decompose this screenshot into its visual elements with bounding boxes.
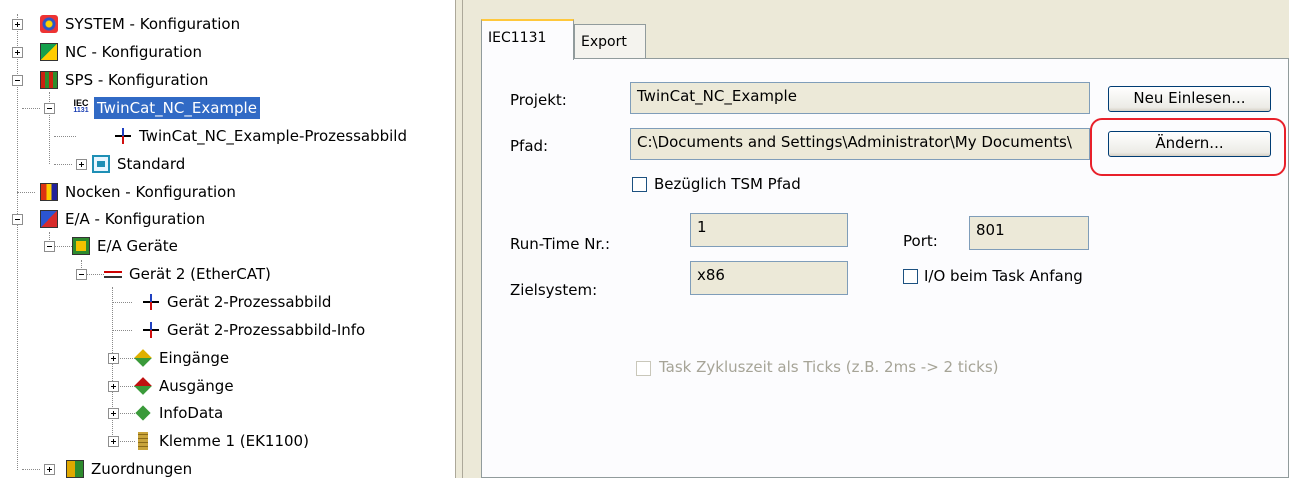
projekt-label: Projekt:: [510, 91, 567, 109]
standard-task-icon: [92, 155, 110, 173]
expand-system-toggle[interactable]: [12, 19, 23, 30]
cam-config-icon: [40, 183, 58, 201]
system-config-icon: [40, 15, 58, 33]
tree-item-outputs[interactable]: Ausgänge: [134, 373, 237, 399]
tree-item-sps[interactable]: SPS - Konfiguration: [40, 67, 211, 93]
tree-item-io-devices[interactable]: E/A Geräte: [72, 233, 181, 259]
tree-item-label: Klemme 1 (EK1100): [159, 432, 309, 450]
process-image-icon: [142, 293, 160, 311]
projekt-field[interactable]: TwinCat_NC_Example: [630, 82, 1090, 114]
expand-terminal-toggle[interactable]: [108, 436, 119, 447]
neu-einlesen-button[interactable]: Neu Einlesen...: [1108, 86, 1271, 112]
process-image-icon: [142, 321, 160, 339]
tree-item-label: Gerät 2-Prozessabbild: [167, 293, 332, 311]
project-tree[interactable]: SYSTEM - Konfiguration NC - Konfiguratio…: [0, 0, 455, 478]
tree-item-label: Standard: [117, 155, 186, 173]
tree-item-infodata[interactable]: InfoData: [134, 400, 226, 426]
tsm-pfad-label: Bezüglich TSM Pfad: [654, 175, 801, 193]
tree-item-label: InfoData: [159, 404, 224, 422]
nc-config-icon: [40, 43, 58, 61]
runtime-label: Run-Time Nr.:: [510, 235, 611, 253]
expand-nc-toggle[interactable]: [12, 47, 23, 58]
tree-item-nc[interactable]: NC - Konfiguration: [40, 39, 205, 65]
tree-item-label: TwinCat_NC_Example: [94, 97, 260, 119]
tree-item-inputs[interactable]: Eingänge: [134, 345, 232, 371]
collapse-device2-toggle[interactable]: [76, 269, 87, 280]
io-config-icon: [40, 210, 58, 228]
tree-item-project[interactable]: IEC 1131 TwinCat_NC_Example: [72, 95, 260, 121]
tree-item-label: Ausgänge: [159, 377, 234, 395]
tree-item-label: Eingänge: [159, 349, 230, 367]
tree-item-label: SPS - Konfiguration: [65, 71, 209, 89]
tree-item-label: E/A Geräte: [97, 237, 178, 255]
collapse-sps-toggle[interactable]: [12, 75, 23, 86]
port-field[interactable]: 801: [969, 216, 1089, 250]
tree-item-project-process-image[interactable]: TwinCat_NC_Example-Prozessabbild: [114, 123, 410, 149]
collapse-io-config-toggle[interactable]: [12, 214, 23, 225]
expand-standard-toggle[interactable]: [76, 159, 87, 170]
tsm-pfad-checkbox[interactable]: [632, 177, 647, 192]
io-task-label: I/O beim Task Anfang: [924, 267, 1083, 285]
zielsystem-label: Zielsystem:: [510, 281, 598, 299]
collapse-io-devices-toggle[interactable]: [44, 241, 55, 252]
tab-export[interactable]: Export: [574, 24, 646, 59]
tree-item-label: Nocken - Konfiguration: [65, 183, 236, 201]
zielsystem-field[interactable]: x86: [690, 261, 848, 295]
ethercat-device-icon: [104, 265, 122, 283]
tree-item-label: Zuordnungen: [91, 460, 193, 478]
tree-item-io-config[interactable]: E/A - Konfiguration: [40, 206, 208, 232]
tree-item-device2-process-image-info[interactable]: Gerät 2-Prozessabbild-Info: [142, 317, 368, 343]
tree-item-label: Gerät 2 (EtherCAT): [129, 265, 271, 283]
pane-splitter[interactable]: [455, 0, 463, 478]
terminal-icon: [138, 432, 148, 450]
tree-item-label: SYSTEM - Konfiguration: [65, 15, 241, 33]
ticks-label: Task Zykluszeit als Ticks (z.B. 2ms -> 2…: [659, 358, 999, 376]
tree-item-device2-process-image[interactable]: Gerät 2-Prozessabbild: [142, 289, 334, 315]
tree-item-terminal[interactable]: Klemme 1 (EK1100): [134, 428, 312, 454]
tree-item-standard[interactable]: Standard: [92, 151, 188, 177]
tree-item-label: NC - Konfiguration: [65, 43, 202, 61]
iec1131-icon: IEC 1131: [73, 98, 89, 115]
expand-infodata-toggle[interactable]: [108, 408, 119, 419]
plc-config-icon: [40, 71, 58, 89]
inputs-icon: [134, 349, 152, 367]
pfad-label: Pfad:: [510, 137, 549, 155]
expand-inputs-toggle[interactable]: [108, 353, 119, 364]
tab-iec1131[interactable]: IEC1131: [481, 19, 574, 60]
tree-item-system[interactable]: SYSTEM - Konfiguration: [40, 11, 243, 37]
tree-item-mappings[interactable]: Zuordnungen: [66, 456, 195, 482]
expand-mappings-toggle[interactable]: [44, 464, 55, 475]
collapse-project-toggle[interactable]: [44, 103, 55, 114]
highlight-ring: [1090, 118, 1286, 176]
pfad-field[interactable]: C:\Documents and Settings\Administrator\…: [630, 128, 1090, 160]
tree-item-label: E/A - Konfiguration: [65, 210, 206, 228]
expand-outputs-toggle[interactable]: [108, 381, 119, 392]
process-image-icon: [114, 127, 132, 145]
tree-item-label: TwinCat_NC_Example-Prozessabbild: [139, 127, 407, 145]
outputs-icon: [134, 377, 152, 395]
tree-item-nocken[interactable]: Nocken - Konfiguration: [40, 179, 239, 205]
runtime-field[interactable]: 1: [690, 213, 848, 247]
infodata-icon: [135, 405, 151, 421]
io-task-checkbox[interactable]: [903, 269, 918, 284]
tree-item-device2[interactable]: Gerät 2 (EtherCAT): [104, 261, 274, 287]
tab-label: IEC1131: [488, 30, 547, 46]
port-label: Port:: [903, 232, 938, 250]
mappings-icon: [66, 460, 84, 478]
tab-label: Export: [581, 34, 627, 50]
ticks-checkbox: [636, 361, 651, 376]
tree-item-label: Gerät 2-Prozessabbild-Info: [167, 321, 366, 339]
io-devices-icon: [72, 237, 90, 255]
